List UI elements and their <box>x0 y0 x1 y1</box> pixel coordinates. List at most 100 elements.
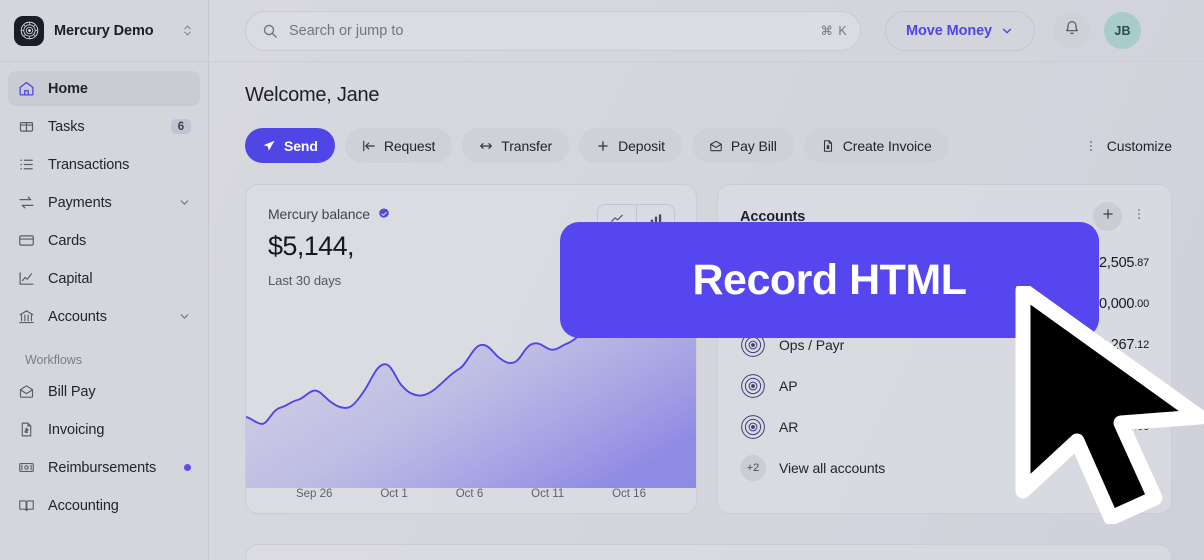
shortcut-key: K <box>838 23 847 38</box>
pay-bill-label: Pay Bill <box>730 137 777 154</box>
plus-icon <box>596 139 610 153</box>
reimbursements-icon <box>17 458 36 477</box>
payments-icon <box>17 193 36 212</box>
invoice-icon <box>17 420 36 439</box>
create-invoice-label: Create Invoice <box>842 137 932 154</box>
home-icon <box>17 79 36 98</box>
chevron-down-icon[interactable] <box>178 310 191 323</box>
sidebar-item-accounts[interactable]: Accounts <box>8 299 200 334</box>
sidebar-item-label: Invoicing <box>48 421 105 438</box>
topbar: ⌘ K Move Money JB <box>209 0 1204 62</box>
invoice-doc-icon <box>821 139 835 153</box>
tasks-badge: 6 <box>171 119 191 134</box>
accounts-more-button[interactable] <box>1126 202 1151 231</box>
workspace-switcher[interactable]: Mercury Demo <box>0 0 208 62</box>
sidebar-item-bill-pay[interactable]: Bill Pay <box>8 374 200 409</box>
sidebar-item-label: Home <box>48 80 88 97</box>
sidebar-item-home[interactable]: Home <box>8 71 200 106</box>
deposit-label: Deposit <box>618 137 665 154</box>
account-balance: $0.00 <box>1118 418 1150 435</box>
verified-badge-icon <box>377 207 391 221</box>
account-balance: $226,767.82 <box>1075 377 1149 394</box>
switcher-icon[interactable] <box>181 24 194 37</box>
x-tick: Oct 16 <box>612 488 646 500</box>
mercury-circle-icon <box>740 414 766 440</box>
notifications-button[interactable] <box>1053 12 1091 49</box>
chart-x-axis: Sep 26 Oct 1 Oct 6 Oct 11 Oct 16 <box>246 488 696 513</box>
dots-vertical-icon <box>1084 139 1098 153</box>
request-label: Request <box>383 137 436 154</box>
pay-bill-button[interactable]: Pay Bill <box>691 128 794 163</box>
capital-icon <box>17 269 36 288</box>
app-root: Mercury Demo Home Tasks 6 Transactions P… <box>0 0 1204 560</box>
chevron-down-icon <box>1000 24 1014 38</box>
request-button[interactable]: Request <box>344 128 453 163</box>
move-money-button[interactable]: Move Money <box>885 10 1036 51</box>
unread-dot <box>184 464 191 471</box>
account-balance: $2,023,267.12 <box>1063 336 1149 353</box>
account-name: AR <box>779 418 799 435</box>
transfer-icon <box>479 139 493 153</box>
sidebar-item-capital[interactable]: Capital <box>8 261 200 296</box>
sidebar-item-tasks[interactable]: Tasks 6 <box>8 109 200 144</box>
request-icon <box>362 139 376 153</box>
sidebar-item-label: Transactions <box>48 156 130 173</box>
sidebar-item-label: Capital <box>48 270 93 287</box>
transfer-label: Transfer <box>501 137 553 154</box>
plus-icon <box>1101 207 1115 226</box>
balance-label: Mercury balance <box>268 206 370 222</box>
x-tick: Oct 11 <box>531 488 565 500</box>
sidebar-item-payments[interactable]: Payments <box>8 185 200 220</box>
account-name: Ops / Payr <box>779 336 845 353</box>
sidebar-item-transactions[interactable]: Transactions <box>8 147 200 182</box>
sidebar-item-cards[interactable]: Cards <box>8 223 200 258</box>
sidebar-item-invoicing[interactable]: Invoicing <box>8 412 200 447</box>
sidebar: Mercury Demo Home Tasks 6 Transactions P… <box>0 0 209 560</box>
search-icon <box>262 23 278 39</box>
card-icon <box>17 231 36 250</box>
record-html-badge: Record HTML <box>560 222 1099 338</box>
account-name: AP <box>779 377 798 394</box>
sidebar-item-reimbursements[interactable]: Reimbursements <box>8 450 200 485</box>
deposit-button[interactable]: Deposit <box>579 128 682 163</box>
send-icon <box>262 139 276 153</box>
next-card-peek <box>245 544 1172 560</box>
customize-button[interactable]: Customize <box>1084 138 1172 154</box>
page-title: Welcome, Jane <box>245 84 380 106</box>
avatar-initials: JB <box>1114 23 1131 38</box>
send-button[interactable]: Send <box>245 128 335 163</box>
mercury-circle-icon <box>740 373 766 399</box>
send-label: Send <box>284 137 318 154</box>
sidebar-section-label: Workflows <box>25 353 82 367</box>
pay-bill-icon <box>709 139 723 153</box>
dots-vertical-icon <box>1132 207 1146 226</box>
sidebar-item-accounting[interactable]: Accounting <box>8 488 200 523</box>
x-tick: Oct 6 <box>455 488 484 500</box>
workspace-name: Mercury Demo <box>54 22 154 39</box>
view-all-accounts-row[interactable]: +2 View all accounts <box>740 447 1149 488</box>
sidebar-item-label: Cards <box>48 232 87 249</box>
add-account-button[interactable] <box>1093 202 1122 231</box>
bill-pay-icon <box>17 382 36 401</box>
extra-accounts-badge: +2 <box>740 454 766 481</box>
avatar[interactable]: JB <box>1104 12 1142 49</box>
search-bar[interactable]: ⌘ K <box>245 10 861 51</box>
view-all-accounts-label: View all accounts <box>779 459 886 476</box>
create-invoice-button[interactable]: Create Invoice <box>803 128 949 163</box>
shortcut-modifier: ⌘ <box>820 24 834 38</box>
account-row[interactable]: AP $226,767.82 <box>740 365 1149 406</box>
sidebar-item-label: Bill Pay <box>48 383 96 400</box>
sidebar-item-label: Reimbursements <box>48 459 157 476</box>
account-row[interactable]: AR $0.00 <box>740 406 1149 447</box>
chevron-down-icon[interactable] <box>178 196 191 209</box>
accounts-actions <box>1093 202 1151 231</box>
bank-icon <box>17 307 36 326</box>
transfer-button[interactable]: Transfer <box>462 128 570 163</box>
bell-icon <box>1064 20 1080 41</box>
sidebar-item-label: Accounts <box>48 308 107 325</box>
move-money-label: Move Money <box>906 22 993 39</box>
search-shortcut: ⌘ K <box>820 23 847 39</box>
record-html-label: Record HTML <box>692 255 968 304</box>
sidebar-item-label: Accounting <box>48 497 119 514</box>
search-input[interactable] <box>289 22 821 39</box>
